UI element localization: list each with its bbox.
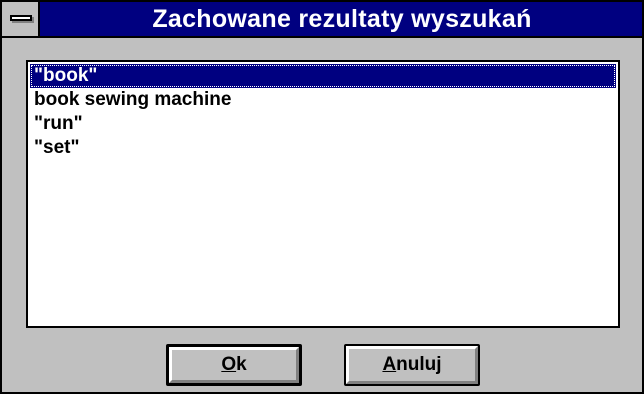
list-item[interactable]: book sewing machine	[30, 88, 616, 112]
list-item[interactable]: "book"	[30, 64, 616, 88]
ok-accelerator: O	[221, 354, 237, 375]
saved-results-list[interactable]: "book" book sewing machine "run" "set"	[26, 60, 620, 328]
cancel-button[interactable]: Anuluj	[344, 344, 480, 386]
ok-label-rest: k	[236, 354, 247, 375]
list-item[interactable]: "run"	[30, 112, 616, 136]
window-title: Zachowane rezultaty wyszukań	[152, 5, 532, 33]
cancel-button-face: Anuluj	[346, 346, 478, 384]
system-menu-bar	[10, 15, 32, 21]
cancel-accelerator: A	[382, 354, 397, 375]
ok-button[interactable]: Ok	[166, 344, 302, 386]
cancel-label-rest: nuluj	[396, 354, 442, 375]
dialog-window: Zachowane rezultaty wyszukań "book" book…	[0, 0, 644, 394]
list-item[interactable]: "set"	[30, 136, 616, 160]
system-menu-icon[interactable]	[2, 2, 40, 36]
title-bar[interactable]: Zachowane rezultaty wyszukań	[2, 2, 642, 38]
ok-button-face: Ok	[169, 347, 299, 383]
